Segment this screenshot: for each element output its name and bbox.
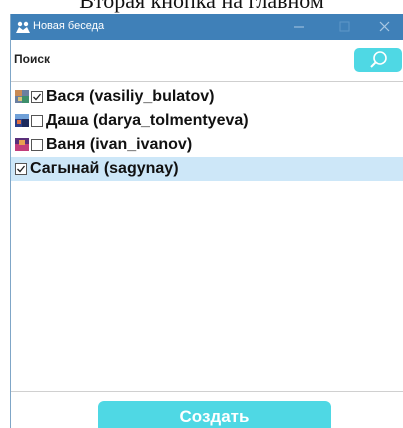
contact-checkbox[interactable]: [31, 115, 43, 127]
contact-name: Ваня (ivan_ivanov): [46, 136, 193, 153]
create-button[interactable]: Создать: [98, 401, 331, 428]
search-button[interactable]: [354, 48, 402, 72]
avatar: [15, 90, 29, 103]
maximize-icon: [339, 21, 350, 32]
list-item[interactable]: Даша (darya_tolmentyeva): [11, 109, 403, 133]
divider: [11, 391, 403, 392]
contact-checkbox[interactable]: [31, 91, 43, 103]
list-item[interactable]: Ваня (ivan_ivanov): [11, 133, 403, 157]
maximize-button[interactable]: [330, 14, 360, 40]
checkmark-icon: [33, 93, 42, 101]
contact-name: Даша (darya_tolmentyeva): [46, 112, 249, 129]
new-conversation-window: Новая беседа Поиск Вася (vasiliy_bulatov…: [10, 14, 403, 428]
contact-list[interactable]: Вася (vasiliy_bulatov) Даша (darya_tolme…: [11, 81, 403, 392]
app-person-icon: [15, 19, 31, 35]
title-bar[interactable]: Новая беседа: [11, 14, 403, 40]
list-item[interactable]: Вася (vasiliy_bulatov): [11, 85, 403, 109]
minimize-button[interactable]: [284, 14, 314, 40]
search-row: [11, 48, 403, 72]
close-icon: [379, 21, 390, 32]
search-input[interactable]: [11, 48, 350, 70]
contact-name: Сагынай (sagynay): [30, 160, 179, 177]
contact-checkbox[interactable]: [31, 139, 43, 151]
window-title: Новая беседа: [33, 20, 105, 32]
list-item-selected[interactable]: Сагынай (sagynay): [11, 157, 403, 181]
minimize-icon: [294, 26, 304, 28]
contact-name: Вася (vasiliy_bulatov): [46, 88, 215, 105]
contact-checkbox[interactable]: [15, 163, 27, 175]
checkmark-icon: [17, 165, 26, 173]
search-icon: [370, 51, 387, 68]
avatar: [15, 138, 29, 151]
background-caption: Вторая кнопка на главном: [79, 0, 324, 13]
avatar: [15, 114, 29, 127]
close-button[interactable]: [370, 14, 400, 40]
